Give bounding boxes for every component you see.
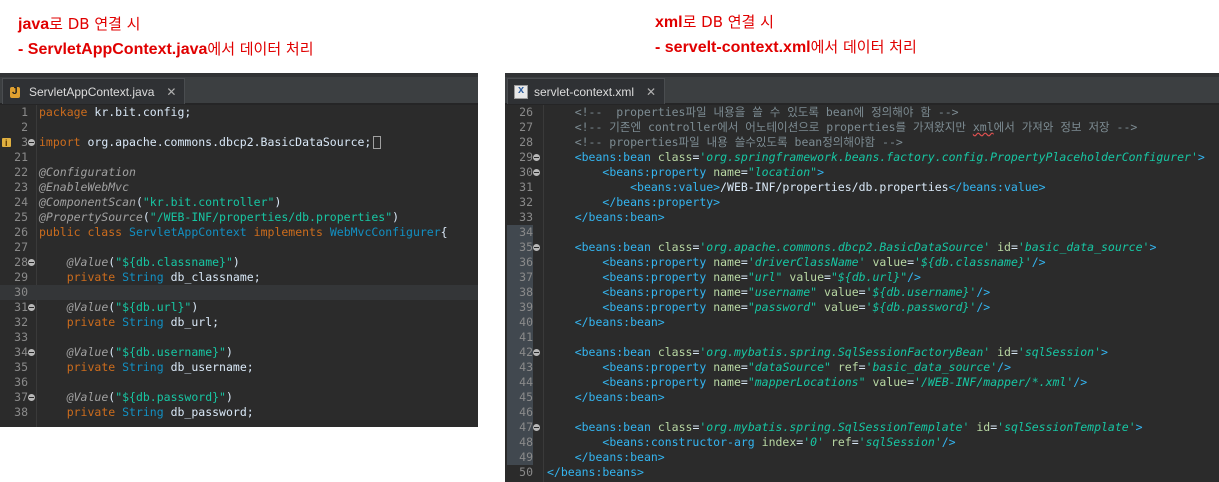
right-caption-strong-2: - servelt-context.xml: [655, 39, 811, 56]
close-icon[interactable]: ✕: [166, 85, 176, 99]
code-line: 32 </beans:property>: [519, 195, 721, 209]
fold-icon[interactable]: [28, 139, 35, 146]
code-line: 28 <!-- properties파일 내용 쓸수있도록 bean정의해야함 …: [519, 135, 903, 149]
java-tab-bar: ServletAppContext.java ✕: [0, 73, 478, 105]
code-line: 37 <beans:property name="url" value="${d…: [505, 270, 1219, 285]
code-line: 23 @EnableWebMvc: [14, 180, 130, 194]
tab-servlet-app-context[interactable]: ServletAppContext.java ✕: [2, 78, 186, 104]
java-editor: ServletAppContext.java ✕ 1package kr.bit…: [0, 73, 478, 427]
code-line: 47 <beans:bean class='org.mybatis.spring…: [505, 420, 1219, 435]
code-line: 48 <beans:constructor-arg index='0' ref=…: [505, 435, 1219, 450]
fold-icon[interactable]: [533, 169, 540, 176]
fold-icon[interactable]: [533, 349, 540, 356]
code-line: 33: [14, 330, 28, 344]
code-line: 25 @PropertySource("/WEB-INF/properties/d…: [14, 210, 400, 224]
left-caption-rest-2: 에서 데이터 처리: [207, 40, 314, 58]
code-line: 31 @Value("${db.url}"): [14, 300, 199, 314]
code-line: 27 <!-- 기존엔 controller에서 어노테이션으로 propert…: [519, 120, 1138, 134]
code-line: 26 public class ServletAppContext impleme…: [14, 225, 448, 239]
left-caption-rest-1: 로 DB 연결 시: [49, 15, 141, 33]
code-line: 37 @Value("${db.password}"): [14, 390, 233, 404]
fold-icon[interactable]: [533, 244, 540, 251]
code-line: 31 <beans:value>/WEB-INF/properties/db.p…: [519, 180, 1046, 194]
code-line: 2: [21, 120, 28, 134]
fold-icon[interactable]: [533, 424, 540, 431]
code-line: 43 <beans:property name="dataSource" ref…: [505, 360, 1219, 375]
code-line: 26 <!-- properties파일 내용을 쓸 수 있도록 bean에 정…: [519, 105, 959, 119]
code-line: 35 private String db_username;: [14, 360, 254, 374]
code-line: 38 <beans:property name="username" value…: [505, 285, 1219, 300]
java-code-area[interactable]: 1package kr.bit.config; 2 3import org.ap…: [0, 105, 478, 427]
xml-file-icon: [514, 84, 528, 99]
code-line: 29 private String db_classname;: [14, 270, 261, 284]
xml-code-area[interactable]: 26 <!-- properties파일 내용을 쓸 수 있도록 bean에 정…: [505, 105, 1219, 482]
code-line: 32 private String db_url;: [14, 315, 220, 329]
fold-icon[interactable]: [28, 304, 35, 311]
tab-servlet-context-xml[interactable]: servlet-context.xml ✕: [507, 78, 666, 104]
xml-editor: servlet-context.xml ✕ 26 <!-- properties…: [505, 73, 1219, 482]
code-line: 46: [505, 405, 1219, 420]
code-line: 36 <beans:property name='driverClassName…: [505, 255, 1219, 270]
right-caption-strong-1: xml: [655, 14, 683, 31]
code-line: 34: [505, 225, 1219, 240]
right-caption-rest-1: 로 DB 연결 시: [682, 13, 774, 31]
code-line: 35 <beans:bean class='org.apache.commons…: [505, 240, 1219, 255]
code-line: 44 <beans:property name="mapperLocations…: [505, 375, 1219, 390]
code-line: 22 @Configuration: [14, 165, 136, 179]
code-line: 21: [14, 150, 28, 164]
code-line: 27: [14, 240, 28, 254]
code-line: 36: [14, 375, 28, 389]
fold-icon[interactable]: [28, 349, 35, 356]
code-line: 28 @Value("${db.classname}"): [14, 255, 240, 269]
code-line: 24 @ComponentScan("kr.bit.controller"): [14, 195, 282, 209]
code-line: 29 <beans:bean class='org.springframewor…: [519, 150, 1205, 164]
code-line: 34 @Value("${db.username}"): [14, 345, 233, 359]
code-line: 33 </beans:bean>: [519, 210, 665, 224]
fold-icon[interactable]: [533, 154, 540, 161]
code-line: 30 <beans:property name="location">: [519, 165, 825, 179]
left-caption: java로 DB 연결 시 - ServletAppContext.java에서…: [18, 12, 314, 62]
code-line: 40 </beans:bean>: [505, 315, 1219, 330]
xml-tab-bar: servlet-context.xml ✕: [505, 73, 1219, 105]
code-line: 42 <beans:bean class='org.mybatis.spring…: [505, 345, 1219, 360]
fold-icon[interactable]: [28, 259, 35, 266]
code-line: 41: [505, 330, 1219, 345]
right-caption-rest-2: 에서 데이터 처리: [810, 38, 917, 56]
code-line: 3import org.apache.commons.dbcp2.BasicDa…: [0, 135, 478, 151]
fold-icon[interactable]: [28, 394, 35, 401]
current-code-line: 30: [0, 285, 478, 300]
code-line: 50 </beans:beans>: [519, 465, 644, 479]
left-caption-strong-2: - ServletAppContext.java: [18, 41, 208, 58]
code-line: 49 </beans:bean>: [505, 450, 1219, 465]
code-line: 38 private String db_password;: [14, 405, 254, 419]
right-caption: xml로 DB 연결 시 - servelt-context.xml에서 데이터…: [655, 10, 917, 60]
tab-label: servlet-context.xml: [534, 84, 635, 99]
code-line: 39 <beans:property name="password" value…: [505, 300, 1219, 315]
close-icon[interactable]: ✕: [646, 85, 656, 99]
code-line: 1 package kr.bit.config;: [21, 105, 192, 119]
code-line: 45 </beans:bean>: [505, 390, 1219, 405]
java-file-icon: [9, 85, 23, 99]
left-caption-strong-1: java: [18, 16, 50, 33]
tab-label: ServletAppContext.java: [29, 84, 155, 99]
